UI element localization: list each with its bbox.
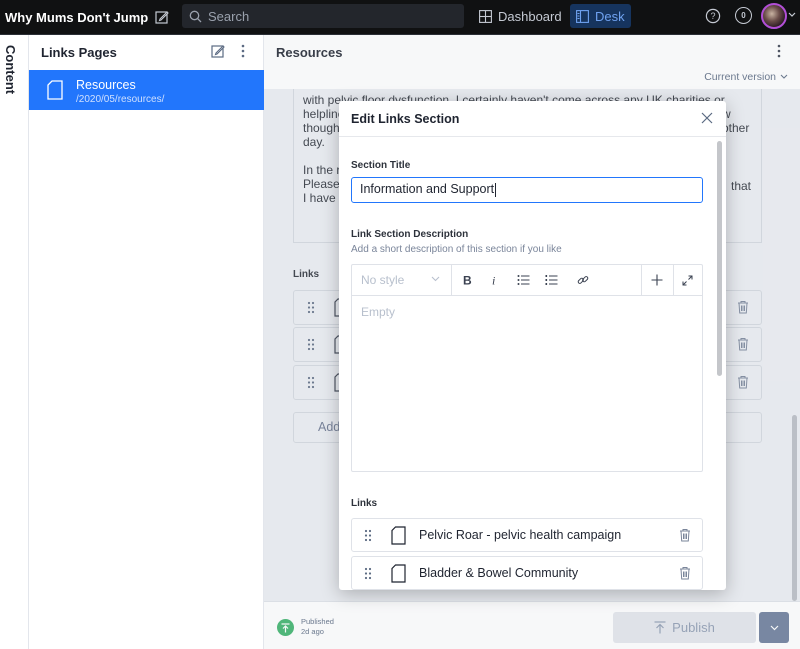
document-icon	[391, 526, 406, 545]
body-line: Please	[303, 177, 340, 191]
body-line: day.	[303, 135, 325, 149]
studio-brand[interactable]: Why Mums Don't Jump	[5, 10, 148, 25]
search-placeholder: Search	[208, 8, 250, 24]
document-icon	[391, 564, 406, 583]
editor-placeholder: Empty	[361, 305, 396, 319]
help-icon[interactable]: ?	[705, 8, 721, 24]
italic-icon[interactable]: i	[490, 273, 500, 288]
published-icon	[277, 619, 294, 636]
description-editor[interactable]: No style B i Empty	[351, 264, 703, 472]
drag-handle-icon[interactable]	[364, 529, 372, 542]
notifications-badge[interactable]: 0	[735, 7, 752, 24]
trash-icon[interactable]	[679, 566, 691, 580]
compose-icon[interactable]	[211, 44, 225, 58]
dashboard-icon	[479, 9, 492, 23]
version-selector[interactable]: Current version	[704, 71, 788, 83]
link-title: Pelvic Roar - pelvic health campaign	[419, 528, 622, 542]
section-title-input[interactable]: Information and Support	[351, 177, 703, 203]
dialog-scrollbar[interactable]	[717, 141, 722, 376]
publish-menu-button[interactable]	[759, 612, 789, 643]
pane-title: Links Pages	[41, 45, 117, 60]
compose-icon[interactable]	[151, 7, 173, 27]
style-select-value: No style	[361, 273, 405, 287]
body-fragment: other	[722, 121, 750, 135]
document-header: Resources Current version	[264, 35, 800, 89]
style-select[interactable]: No style	[352, 265, 452, 296]
content-tool-tab[interactable]: Content	[0, 35, 29, 649]
publish-icon	[654, 621, 666, 634]
links-label: Links	[351, 498, 378, 509]
chevron-down-icon[interactable]	[788, 12, 796, 18]
bold-icon[interactable]: B	[462, 273, 474, 288]
content-tab-label: Content	[3, 45, 18, 95]
chevron-down-icon	[780, 74, 788, 80]
drag-handle-icon[interactable]	[364, 567, 372, 580]
section-title-value: Information and Support	[360, 182, 495, 196]
close-icon[interactable]	[701, 112, 713, 124]
more-menu-icon[interactable]	[777, 44, 781, 58]
nav-desk[interactable]: Desk	[570, 4, 631, 28]
publish-label: Publish	[672, 620, 715, 635]
link-icon[interactable]	[577, 274, 589, 286]
nav-desk-label: Desk	[595, 8, 625, 24]
publish-status: Published 2d ago	[301, 617, 334, 637]
link-item[interactable]: Bladder & Bowel Community	[351, 556, 703, 590]
list-item-title: Resources	[76, 78, 136, 92]
link-title: Bladder & Bowel Community	[419, 566, 579, 580]
editor-toolbar: No style B i	[352, 265, 702, 296]
document-footer: Published 2d ago Publish	[264, 601, 800, 649]
nav-dashboard[interactable]: Dashboard	[473, 4, 568, 28]
svg-text:i: i	[492, 274, 495, 288]
body-line: though	[303, 121, 340, 135]
toolbar-divider	[641, 265, 642, 296]
links-label: Links	[293, 269, 320, 280]
numbered-list-icon[interactable]	[545, 274, 558, 286]
trash-icon[interactable]	[737, 375, 749, 389]
search-input[interactable]: Search	[182, 4, 464, 28]
links-pages-pane: Links Pages Resources /2020/05/resources…	[29, 35, 264, 649]
publish-status-time: 2d ago	[301, 627, 324, 636]
more-menu-icon[interactable]	[241, 44, 245, 58]
description-help: Add a short description of this section …	[351, 244, 562, 255]
chevron-down-icon	[770, 625, 779, 631]
list-item-slug: /2020/05/resources/	[76, 94, 165, 105]
search-icon	[189, 10, 202, 23]
list-item[interactable]: Resources /2020/05/resources/	[29, 70, 264, 110]
drag-handle-icon[interactable]	[307, 338, 315, 351]
edit-links-section-dialog: Edit Links Section Section Title Informa…	[339, 101, 726, 590]
description-label: Link Section Description	[351, 229, 469, 240]
top-navigation-bar: Why Mums Don't Jump Search Dashboard Des…	[0, 0, 800, 35]
toolbar-divider	[673, 265, 674, 296]
bullet-list-icon[interactable]	[517, 274, 530, 286]
desk-icon	[576, 9, 589, 23]
user-avatar[interactable]	[761, 3, 787, 29]
trash-icon[interactable]	[679, 528, 691, 542]
link-item[interactable]: Pelvic Roar - pelvic health campaign	[351, 518, 703, 552]
body-line: I have r	[303, 191, 344, 205]
chevron-down-icon	[431, 276, 440, 282]
insert-icon[interactable]	[651, 274, 663, 286]
document-title: Resources	[276, 45, 343, 60]
publish-button[interactable]: Publish	[613, 612, 756, 643]
publish-status-label: Published	[301, 617, 334, 626]
trash-icon[interactable]	[737, 337, 749, 351]
body-line: In the r	[303, 163, 341, 177]
version-label: Current version	[704, 71, 776, 83]
nav-dashboard-label: Dashboard	[498, 8, 562, 24]
dialog-title: Edit Links Section	[339, 101, 726, 137]
section-title-label: Section Title	[351, 160, 411, 171]
pane-scrollbar[interactable]	[792, 415, 797, 601]
svg-text:?: ?	[710, 11, 715, 21]
expand-icon[interactable]	[682, 275, 693, 286]
drag-handle-icon[interactable]	[307, 376, 315, 389]
trash-icon[interactable]	[737, 300, 749, 314]
body-fragment: that	[731, 179, 752, 193]
document-icon	[47, 80, 63, 100]
drag-handle-icon[interactable]	[307, 301, 315, 314]
svg-text:B: B	[463, 274, 472, 288]
